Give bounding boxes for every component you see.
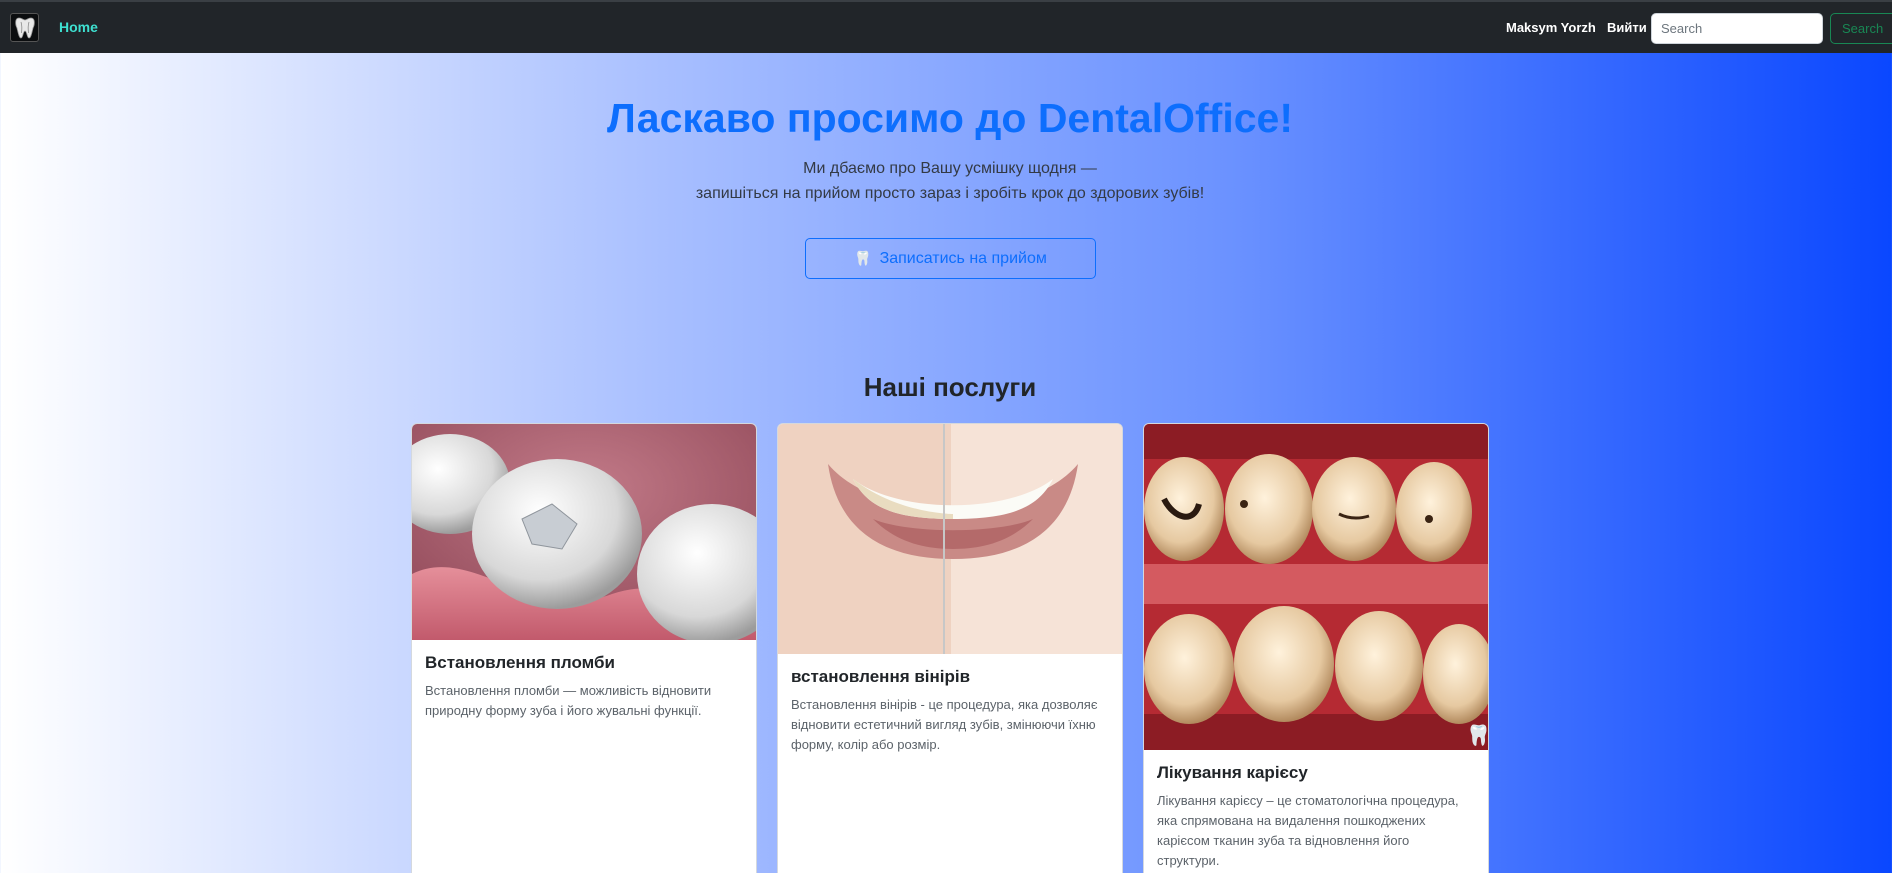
services-title: Наші послуги xyxy=(863,372,1037,402)
smile-veneers-image xyxy=(778,424,1122,654)
card-text: Встановлення пломби — можливість віднови… xyxy=(425,683,712,718)
hero-title: Ласкаво просимо до DentalOffice! xyxy=(607,95,1293,141)
card-title: Встановлення пломби xyxy=(425,653,615,672)
card-text: Встановлення вінірів - це процедура, яка… xyxy=(791,697,1098,752)
hero-subtitle: Ми дбаємо про Вашу усмішку щодня — запиш… xyxy=(0,156,1892,206)
card-title: Лікування карієсу xyxy=(1157,763,1308,782)
card-title: встановлення вінірів xyxy=(791,667,971,686)
logout-link[interactable]: Вийти xyxy=(1607,20,1647,35)
search-button[interactable]: Search xyxy=(1830,13,1892,44)
service-card-veneers[interactable]: встановлення вінірів Встановлення вінірі… xyxy=(777,423,1123,873)
tooth-icon: 🦷 xyxy=(854,250,872,266)
service-card-caries[interactable]: 🦷 Лікування карієсу Лікування карієсу – … xyxy=(1143,423,1489,873)
book-appointment-label: Записатись на прийом xyxy=(879,249,1047,267)
user-name: Maksym Yorzh xyxy=(1506,20,1596,35)
tooth-filling-image xyxy=(412,424,756,640)
service-card-filling[interactable]: Встановлення пломби Встановлення пломби … xyxy=(411,423,757,873)
svg-text:🦷: 🦷 xyxy=(1466,723,1488,747)
hero-subtitle-line-2: запишіться на прийом просто зараз і зроб… xyxy=(695,185,1205,202)
nav-home-link[interactable]: Home xyxy=(59,19,98,35)
search-input[interactable] xyxy=(1651,13,1823,44)
book-appointment-button[interactable]: 🦷 Записатись на прийом xyxy=(805,238,1096,279)
tooth-logo-icon[interactable] xyxy=(10,13,39,42)
navbar: Home Maksym Yorzh Вийти Search xyxy=(0,0,1892,53)
caries-teeth-image: 🦷 xyxy=(1144,424,1488,750)
card-text: Лікування карієсу – це стоматологічна пр… xyxy=(1157,793,1459,868)
hero-subtitle-line-1: Ми дбаємо про Вашу усмішку щодня — xyxy=(803,160,1097,177)
